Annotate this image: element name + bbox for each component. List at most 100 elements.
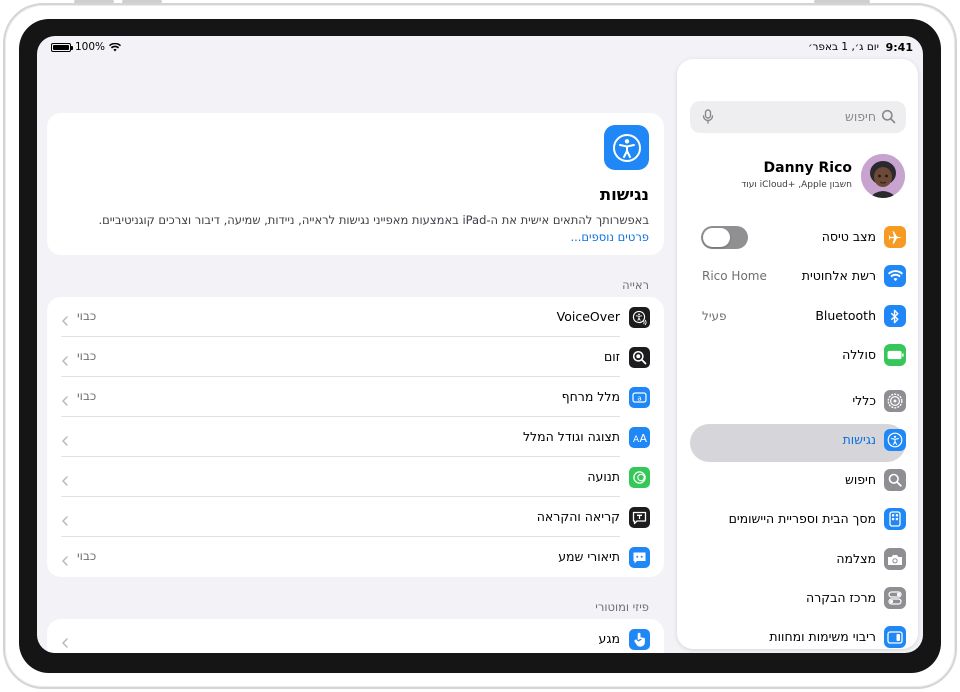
battery-percent: 100% (75, 41, 106, 53)
chevron-left-icon (62, 431, 68, 450)
top-button (814, 0, 870, 3)
list-item-value: כבוי (77, 549, 97, 563)
search-placeholder: חיפוש (844, 109, 876, 124)
list-item-label: מלל מרחף (561, 389, 620, 404)
sidebar-item-label: חיפוש (844, 472, 876, 487)
vision-list: VoiceOver כבוי זום כבוי a מלל מרחף כבוי A A תצוגה… (47, 297, 664, 577)
audio-descriptions-icon (629, 547, 650, 568)
chevron-left-icon (62, 311, 68, 330)
sidebar-item[interactable]: ריבוי משימות ומחוות (677, 620, 918, 649)
status-left: 100% (51, 41, 122, 53)
battery-icon (51, 42, 73, 52)
gear-icon (884, 390, 906, 412)
sidebar-item[interactable]: מסך הבית וספריית היישומים (677, 502, 918, 538)
toggle-knob (703, 228, 730, 247)
sidebar-item[interactable]: רשת אלחוטית Rico Home (677, 259, 918, 295)
chevron-left-icon (62, 551, 68, 570)
voiceover-icon (629, 307, 650, 328)
volume-button (122, 0, 162, 3)
list-item-label: מגע (598, 631, 620, 646)
bluetooth-icon (884, 305, 906, 327)
list-item[interactable]: זום כבוי (47, 337, 664, 377)
wifi-icon (884, 265, 906, 287)
svg-text:a: a (637, 394, 641, 402)
list-item[interactable]: VoiceOver כבוי (47, 297, 664, 337)
list-item-value: כבוי (77, 309, 97, 323)
settings-sidebar: חיפוש Danny Rico חשבון Apple, ‏iCloud+‎ … (677, 59, 918, 649)
chevron-left-icon (62, 351, 68, 370)
list-item-label: תצוגה וגודל המלל (522, 429, 620, 444)
sidebar-item-value: Rico Home (702, 269, 767, 283)
list-item-label: תיאורי שמע (558, 549, 620, 564)
sidebar-item[interactable]: נגישות (677, 423, 918, 462)
sidebar-item-label: מצלמה (836, 551, 876, 566)
volume-button (74, 0, 114, 3)
svg-text:A: A (639, 432, 647, 444)
list-item[interactable]: A A תצוגה וגודל המלל (47, 417, 664, 457)
profile-subtitle: חשבון Apple, ‏iCloud+‎ ועוד (741, 180, 852, 190)
list-item-value: כבוי (77, 389, 97, 403)
status-date: יום ג׳, 1 באפר׳ (808, 41, 879, 53)
sidebar-item-label: מצב טיסה (821, 229, 876, 244)
apple-account-row[interactable]: Danny Rico חשבון Apple, ‏iCloud+‎ ועוד (677, 153, 918, 203)
text-size-icon: AA (629, 427, 650, 448)
sidebar-item-label: רשת אלחוטית (801, 268, 876, 283)
chevron-left-icon (62, 391, 68, 410)
accessibility-icon (604, 125, 649, 170)
page-title: נגישות (599, 185, 649, 204)
section-header-vision: ראייה (622, 278, 649, 292)
avatar (861, 154, 905, 198)
screen: 9:41 יום ג׳, 1 באפר׳ 100% נגישות באפשרות… (37, 36, 923, 653)
learn-more-link[interactable]: פרטים נוספים... (570, 230, 649, 244)
sidebar-item-label: נגישות (842, 432, 876, 447)
battery-icon (884, 344, 906, 366)
page-description: באפשרותך להתאים אישית את ה‑iPad באמצעות … (98, 213, 649, 227)
physical-list: מגע (47, 619, 664, 653)
airplane-icon (884, 226, 906, 248)
sidebar-item[interactable]: כללי (677, 384, 918, 420)
list-item-value: כבוי (77, 349, 97, 363)
sidebar-item[interactable]: מרכז הבקרה (677, 581, 918, 617)
multitasking-icon (884, 626, 906, 648)
sidebar-item-value: פעיל (702, 309, 727, 323)
sidebar-item-label: מסך הבית וספריית היישומים (728, 511, 876, 526)
status-time: 9:41 (885, 41, 913, 54)
wifi-icon (109, 42, 122, 51)
zoom-icon (629, 347, 650, 368)
sidebar-item-label: Bluetooth (815, 308, 876, 323)
touch-icon (629, 629, 650, 650)
camera-icon (884, 548, 906, 570)
list-item-label: זום (603, 349, 620, 364)
list-item[interactable]: תנועה (47, 457, 664, 497)
sidebar-item[interactable]: מצלמה (677, 542, 918, 578)
accessibility-icon (884, 429, 906, 451)
list-item[interactable]: a מלל מרחף כבוי (47, 377, 664, 417)
hover-text-icon: a (629, 387, 650, 408)
microphone-icon[interactable] (702, 109, 714, 124)
airplane-mode-toggle[interactable] (701, 226, 748, 249)
control-center-icon (884, 587, 906, 609)
search-icon (884, 469, 906, 491)
list-item[interactable]: תיאורי שמע כבוי (47, 537, 664, 577)
motion-icon (629, 467, 650, 488)
list-item-label: תנועה (587, 469, 620, 484)
chevron-left-icon (62, 511, 68, 530)
search-icon (881, 109, 896, 124)
list-item-label: VoiceOver (556, 309, 620, 324)
list-item[interactable]: מגע (47, 619, 664, 653)
section-header-physical: פיזי ומוטורי (595, 600, 649, 614)
sidebar-item-label: סוללה (842, 347, 876, 362)
sidebar-item-label: מרכז הבקרה (806, 590, 876, 605)
sidebar-item[interactable]: מצב טיסה (677, 220, 918, 256)
profile-name: Danny Rico (763, 160, 853, 176)
home-screen-icon (884, 508, 906, 530)
sidebar-item[interactable]: חיפוש (677, 463, 918, 499)
sidebar-item[interactable]: סוללה (677, 338, 918, 374)
list-item-label: קריאה והקראה (536, 509, 620, 524)
list-item[interactable]: קריאה והקראה (47, 497, 664, 537)
chevron-left-icon (62, 471, 68, 490)
search-input[interactable]: חיפוש (690, 101, 906, 133)
sidebar-item-label: ריבוי משימות ומחוות (769, 629, 876, 644)
sidebar-item[interactable]: Bluetooth פעיל (677, 299, 918, 335)
chevron-left-icon (62, 633, 68, 652)
